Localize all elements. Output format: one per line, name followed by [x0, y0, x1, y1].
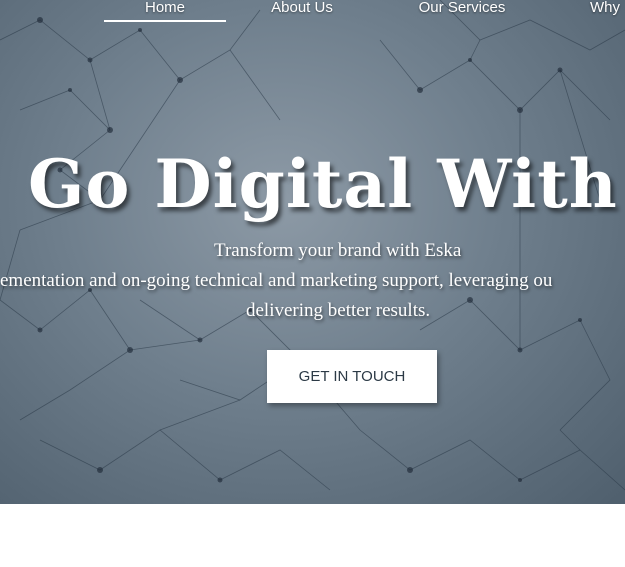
hero-section: Home About Us Our Services Why Go Digita…	[0, 0, 625, 504]
hero-description-line-1-text: ementation and on-going technical and ma…	[0, 270, 553, 291]
hero-tagline-text: Transform your brand with Eska	[214, 240, 462, 261]
main-navigation: Home About Us Our Services Why	[0, 0, 625, 22]
hero-description-line-2-text: delivering better results.	[246, 300, 431, 321]
hero-headline: Go Digital With U	[0, 145, 625, 235]
hero-tagline: Transform your brand with Eska	[0, 240, 625, 264]
hero-description-line-1: ementation and on-going technical and ma…	[0, 270, 625, 294]
get-in-touch-button[interactable]: GET IN TOUCH	[267, 350, 437, 403]
nav-item-why[interactable]: Why	[582, 0, 625, 20]
hero-headline-text: Go Digital With U	[28, 145, 625, 223]
nav-item-about-us[interactable]: About Us	[252, 0, 352, 20]
nav-item-home[interactable]: Home	[104, 0, 226, 22]
hero-description-line-2: delivering better results.	[0, 300, 625, 324]
nav-item-our-services[interactable]: Our Services	[402, 0, 522, 20]
content-area-below-hero	[0, 504, 625, 567]
